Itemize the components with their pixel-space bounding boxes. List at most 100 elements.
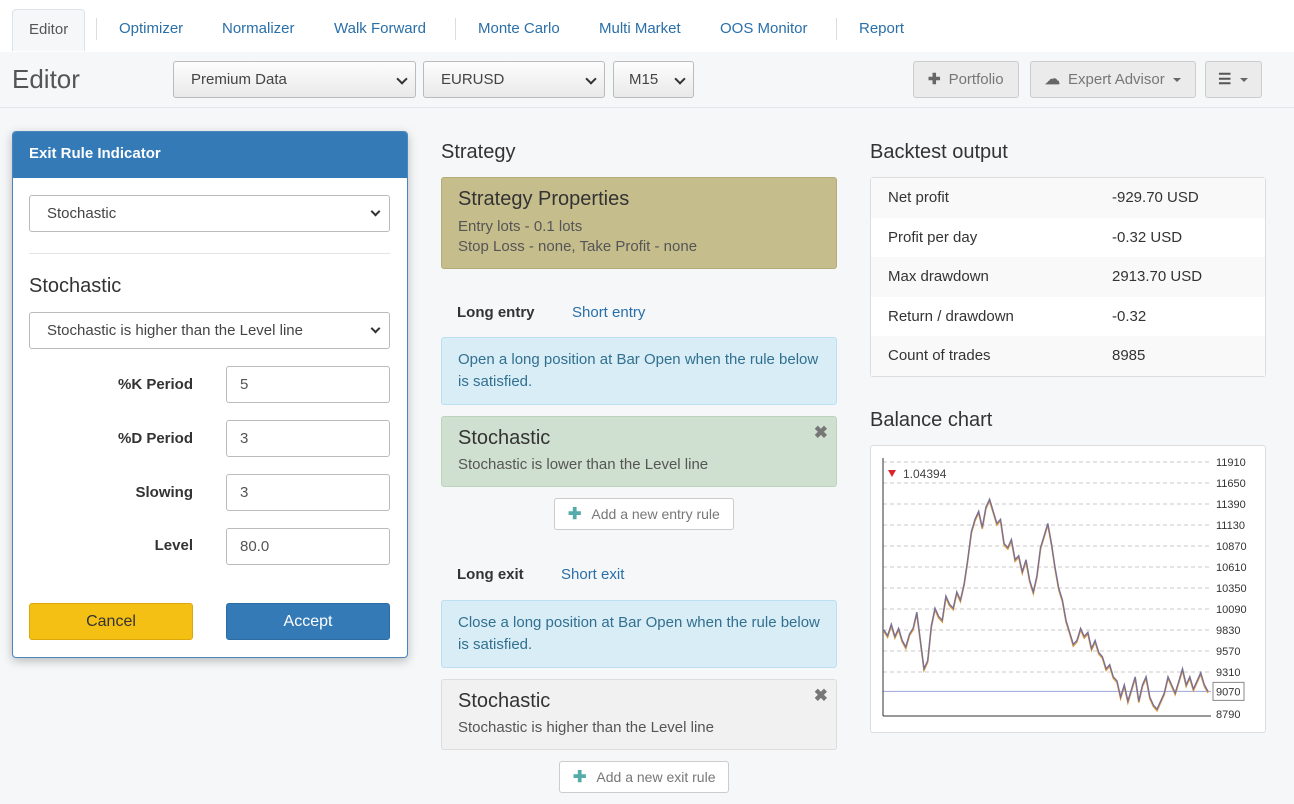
tab-walk-forward[interactable]: Walk Forward: [318, 9, 442, 51]
divider: [29, 253, 390, 254]
slowing-label: Slowing: [135, 484, 194, 501]
y-tick-label: 10870: [1216, 541, 1247, 553]
plus-icon: ✚: [568, 506, 582, 523]
d-period-input[interactable]: 3: [226, 420, 390, 457]
add-exit-rule-button[interactable]: ✚ Add a new exit rule: [559, 761, 730, 793]
k-period-input[interactable]: 5: [226, 366, 390, 403]
exit-rule-indicator-dialog: Exit Rule Indicator Stochastic Stochasti…: [12, 131, 408, 658]
d-period-label: %D Period: [117, 430, 193, 447]
exit-rule-card[interactable]: Stochastic Stochastic is higher than the…: [441, 679, 837, 750]
symbol-value: EURUSD: [441, 71, 505, 88]
logic-select[interactable]: Stochastic is higher than the Level line: [29, 312, 390, 349]
strategy-heading: Strategy: [441, 141, 516, 163]
expert-advisor-label: Expert Advisor: [1068, 71, 1165, 88]
tab-multi-market[interactable]: Multi Market: [583, 9, 697, 51]
accept-button[interactable]: Accept: [226, 603, 390, 640]
table-row: Return / drawdown -0.32: [871, 297, 1265, 337]
table-row: Max drawdown 2913.70 USD: [871, 257, 1265, 297]
tab-normalizer[interactable]: Normalizer: [206, 9, 311, 51]
backtest-table: Net profit -929.70 USD Profit per day -0…: [870, 177, 1266, 377]
metric-value: -0.32: [1112, 307, 1147, 325]
entry-info-box: Open a long position at Bar Open when th…: [441, 337, 837, 405]
expert-advisor-button[interactable]: ☁ Expert Advisor: [1030, 61, 1196, 98]
add-entry-rule-button[interactable]: ✚ Add a new entry rule: [554, 498, 734, 530]
strategy-properties-panel[interactable]: Strategy Properties Entry lots - 0.1 lot…: [441, 177, 837, 269]
k-period-label: %K Period: [117, 376, 193, 393]
y-tick-label: 11650: [1216, 478, 1246, 490]
metric-label: Net profit: [888, 189, 949, 206]
slowing-input[interactable]: 3: [226, 474, 390, 511]
tab-optimizer[interactable]: Optimizer: [103, 9, 199, 51]
y-tick-label: 10610: [1216, 562, 1247, 574]
current-value-label: 9070: [1216, 686, 1240, 698]
metric-value: 2913.70 USD: [1112, 268, 1203, 286]
tab-long-entry[interactable]: Long entry: [457, 304, 535, 321]
balance-line: [883, 497, 1209, 711]
tab-report[interactable]: Report: [843, 9, 920, 51]
level-input[interactable]: 80.0: [226, 528, 390, 565]
table-row: Count of trades 8985: [871, 336, 1265, 376]
exit-rule-title: Stochastic: [458, 690, 551, 712]
main-nav: Editor Optimizer Normalizer Walk Forward…: [0, 0, 1294, 52]
tab-short-exit[interactable]: Short exit: [561, 566, 624, 583]
balance-chart: 11910 11650 11390 11130 10870 10610 10350 10090…: [882, 457, 1247, 721]
exit-info-box: Close a long position at Bar Open when t…: [441, 600, 837, 668]
entry-rule-desc: Stochastic is lower than the Level line: [458, 456, 709, 473]
symbol-select[interactable]: EURUSD: [423, 61, 605, 98]
marker-triangle-icon: [888, 470, 896, 477]
indicator-heading: Stochastic: [29, 275, 122, 297]
data-source-value: Premium Data: [191, 71, 287, 88]
close-icon[interactable]: ✖: [814, 423, 828, 443]
y-tick-label: 10350: [1216, 583, 1247, 595]
balance-chart-panel: 11910 11650 11390 11130 10870 10610 10350 10090…: [870, 445, 1266, 733]
indicator-select[interactable]: Stochastic: [29, 195, 390, 232]
toolbar: Editor Premium Data EURUSD M15 ✚ Portfoli…: [0, 52, 1294, 108]
entry-lots-text: Entry lots - 0.1 lots: [458, 218, 583, 235]
chevron-down-icon: [585, 73, 597, 85]
metric-value: -929.70 USD: [1112, 189, 1199, 206]
period-value: M15: [629, 71, 659, 88]
nav-divider: [455, 18, 456, 40]
metric-label: Profit per day: [888, 228, 978, 246]
indicator-value: Stochastic: [47, 205, 117, 222]
tab-short-entry[interactable]: Short entry: [572, 304, 645, 321]
chevron-down-icon: [674, 73, 686, 85]
page-title: Editor: [12, 64, 80, 94]
close-icon[interactable]: ✖: [814, 686, 828, 706]
y-tick-label: 11390: [1216, 499, 1246, 511]
plus-icon: ✚: [573, 769, 587, 786]
add-entry-rule-label: Add a new entry rule: [591, 506, 720, 522]
metric-label: Count of trades: [888, 347, 991, 365]
chevron-down-icon: [370, 323, 381, 334]
metric-value: -0.32 USD: [1112, 228, 1183, 246]
portfolio-button[interactable]: ✚ Portfolio: [913, 61, 1019, 98]
data-source-select[interactable]: Premium Data: [173, 61, 416, 98]
tab-oos-monitor[interactable]: OOS Monitor: [704, 9, 824, 51]
metric-label: Return / drawdown: [888, 307, 1014, 325]
cancel-button[interactable]: Cancel: [29, 603, 193, 640]
plus-icon: ✚: [928, 71, 941, 88]
chevron-down-icon: [370, 206, 381, 217]
metric-label: Max drawdown: [888, 268, 989, 286]
balance-shadow-line: [883, 498, 1209, 713]
tab-long-exit[interactable]: Long exit: [457, 566, 524, 583]
cloud-download-icon: ☁: [1045, 71, 1060, 88]
caret-down-icon: [1239, 78, 1248, 83]
backtest-heading: Backtest output: [870, 141, 1008, 163]
caret-down-icon: [1172, 78, 1181, 83]
nav-divider: [836, 18, 837, 40]
add-exit-rule-label: Add a new exit rule: [596, 769, 716, 785]
y-tick-label: 11910: [1216, 457, 1246, 469]
tab-monte-carlo[interactable]: Monte Carlo: [462, 9, 576, 51]
entry-rule-title: Stochastic: [458, 427, 551, 449]
metric-value: 8985: [1112, 347, 1146, 365]
portfolio-label: Portfolio: [948, 71, 1004, 88]
tab-editor[interactable]: Editor: [12, 9, 86, 51]
menu-button[interactable]: ☰: [1205, 61, 1262, 98]
logic-value: Stochastic is higher than the Level line: [47, 322, 303, 339]
table-row: Net profit -929.70 USD: [871, 178, 1265, 218]
y-tick-label: 8790: [1216, 709, 1240, 721]
dialog-title: Exit Rule Indicator: [13, 132, 407, 178]
entry-rule-card[interactable]: Stochastic Stochastic is lower than the …: [441, 416, 837, 487]
period-select[interactable]: M15: [613, 61, 694, 98]
